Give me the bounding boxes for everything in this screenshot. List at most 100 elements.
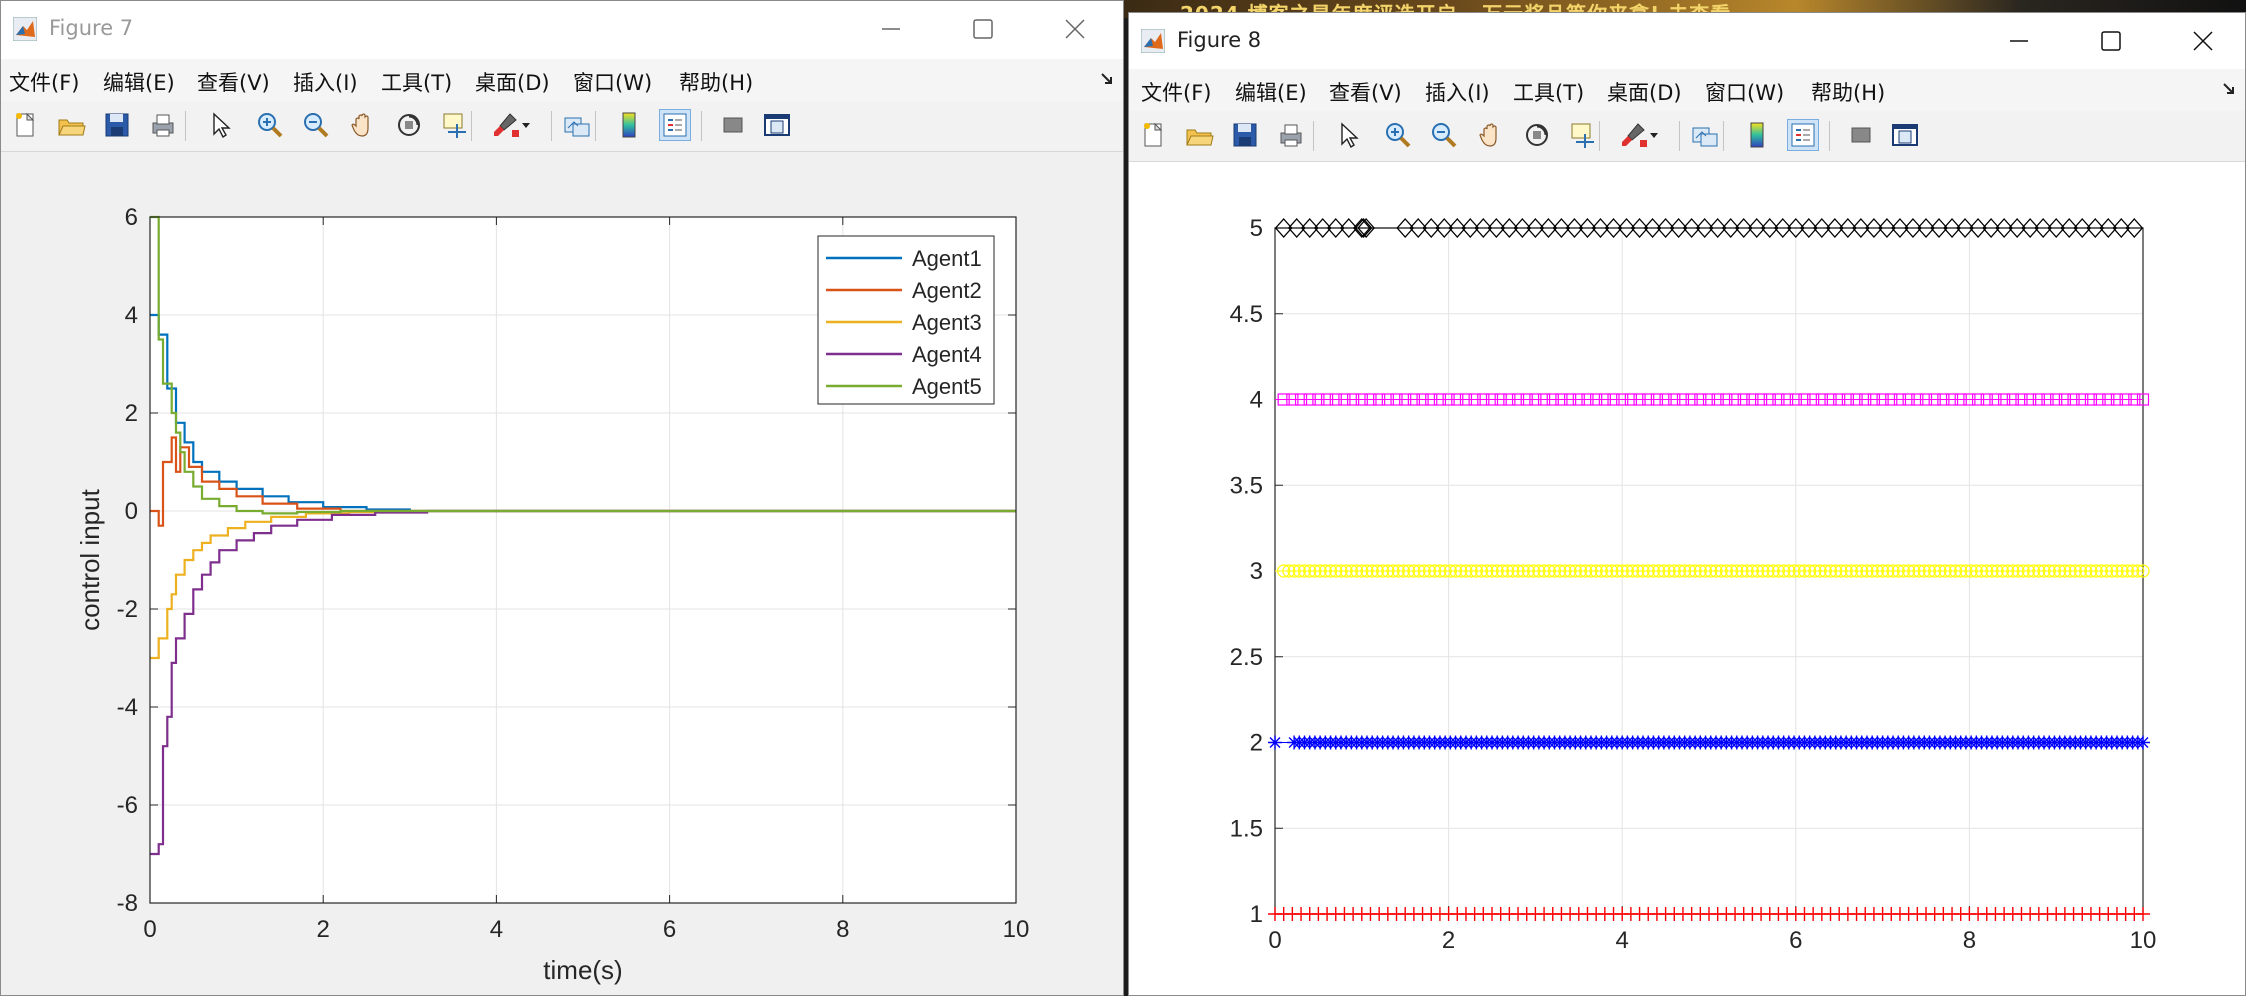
colorbar-button[interactable] [613,109,645,141]
zoom-out-button[interactable] [299,109,331,141]
menu-item-6[interactable]: 窗口(W) [573,67,652,97]
dock-figure-icon[interactable] [2221,81,2237,97]
open-file-icon [1186,129,1214,146]
zoom-in-button[interactable] [1381,119,1413,151]
legend-icon [663,113,687,137]
menu-item-5[interactable]: 桌面(D) [1607,77,1682,107]
brush-dropdown-button[interactable] [1647,119,1661,151]
rotate-3d-button[interactable] [1521,119,1553,151]
figure7-plot-area: 0 2 4 6 8 10 -8 -6 -4 -2 0 2 4 6 time(s) control input A… [1,152,1123,995]
menu-item-3[interactable]: 插入(I) [1425,77,1490,107]
menu-item-2[interactable]: 查看(V) [197,67,270,97]
new-figure-button[interactable] [1137,119,1169,151]
series-level-2 [1268,735,2150,750]
zoom-in-icon [1386,123,1411,148]
legend-button[interactable] [1787,119,1819,151]
pointer-icon [213,112,231,139]
menu-item-6[interactable]: 窗口(W) [1705,77,1784,107]
x-tick-label: 10 [2130,927,2157,954]
data-cursor-button[interactable] [439,109,471,141]
save-button[interactable] [101,109,133,141]
colorbar-icon [622,112,636,138]
link-plot-button[interactable] [561,109,593,141]
pan-icon [1479,123,1497,147]
close-button[interactable] [2171,13,2235,71]
close-icon [1065,19,1085,39]
brush-button[interactable] [1617,119,1649,151]
data-point [2136,907,2150,921]
show-plot-tools-button[interactable] [761,109,793,141]
pointer-button[interactable] [1331,119,1363,151]
y-tick-label: 1.5 [1230,815,1263,842]
x-tick-label: 10 [1003,916,1030,943]
figure8-menubar: 文件(F) 编辑(E) 查看(V) 插入(I) 工具(T) 桌面(D) 窗口(W) 帮助(H) [1129,69,2245,111]
pan-button[interactable] [347,109,379,141]
menu-item-2[interactable]: 查看(V) [1329,77,1402,107]
save-icon [105,113,129,137]
hide-plot-tools-button[interactable] [1845,119,1877,151]
maximize-button[interactable] [951,1,1015,59]
menu-item-1[interactable]: 编辑(E) [103,67,175,97]
open-file-button[interactable] [1183,119,1215,151]
menu-item-0[interactable]: 文件(F) [9,67,79,97]
toolbar-separator [1679,121,1680,151]
data-cursor-button[interactable] [1567,119,1599,151]
save-button[interactable] [1229,119,1261,151]
legend[interactable]: Agent1 Agent2 Agent3 Agent4 Agent5 [817,235,995,405]
menu-item-5[interactable]: 桌面(D) [475,67,550,97]
colorbar-button[interactable] [1741,119,1773,151]
menu-item-3[interactable]: 插入(I) [293,67,358,97]
x-tick-label: 6 [1789,927,1802,954]
dock-figure-icon[interactable] [1099,71,1115,87]
legend-button[interactable] [659,109,691,141]
menu-item-4[interactable]: 工具(T) [381,67,452,97]
print-button[interactable] [147,109,179,141]
show-plot-tools-button[interactable] [1889,119,1921,151]
figure8-toolbar [1129,111,2245,162]
matlab-logo-icon [1141,29,1165,53]
figure8-plot-area: 0 2 4 6 8 10 1 1.5 2 2.5 3 3.5 4 4.5 5 [1129,162,2245,995]
close-icon [2193,31,2213,51]
link-plot-button[interactable] [1689,119,1721,151]
menu-item-0[interactable]: 文件(F) [1141,77,1211,107]
new-figure-icon [1144,122,1163,147]
open-file-button[interactable] [55,109,87,141]
brush-button[interactable] [489,109,521,141]
toolbar-separator [1599,121,1600,151]
menu-item-7[interactable]: 帮助(H) [679,67,753,97]
minimize-button[interactable] [859,1,923,59]
zoom-in-button[interactable] [253,109,285,141]
series-level-1 [1268,907,2150,921]
y-tick-label: 4 [125,302,138,329]
legend-entry: Agent2 [912,278,982,303]
figure8-titlebar[interactable]: Figure 8 [1129,13,2245,71]
legend-entry: Agent3 [912,310,982,335]
figure7-title: Figure 7 [49,16,134,40]
minimize-button[interactable] [1987,13,2051,71]
menu-item-4[interactable]: 工具(T) [1513,77,1584,107]
toolbar-separator [185,111,186,141]
rotate-3d-button[interactable] [393,109,425,141]
brush-dropdown-button[interactable] [519,109,533,141]
y-tick-label: 0 [125,498,138,525]
figure7-titlebar[interactable]: Figure 7 [1,1,1123,59]
menu-item-7[interactable]: 帮助(H) [1811,77,1885,107]
new-figure-icon [16,112,35,137]
pan-button[interactable] [1475,119,1507,151]
y-tick-label: -6 [117,792,138,819]
new-figure-button[interactable] [9,109,41,141]
figure7-chart[interactable]: 0 2 4 6 8 10 -8 -6 -4 -2 0 2 4 6 time(s) control input A… [1,152,1123,995]
y-tick-label: 2 [125,400,138,427]
show-plot-tools-icon [764,114,790,136]
zoom-out-button[interactable] [1427,119,1459,151]
toolbar-separator [595,111,596,141]
maximize-button[interactable] [2079,13,2143,71]
figure8-chart[interactable]: 0 2 4 6 8 10 1 1.5 2 2.5 3 3.5 4 4.5 5 [1129,162,2245,995]
close-button[interactable] [1043,1,1107,59]
data-point [2136,735,2150,750]
pointer-button[interactable] [203,109,235,141]
toolbar-separator [1723,121,1724,151]
print-button[interactable] [1275,119,1307,151]
hide-plot-tools-button[interactable] [717,109,749,141]
menu-item-1[interactable]: 编辑(E) [1235,77,1307,107]
